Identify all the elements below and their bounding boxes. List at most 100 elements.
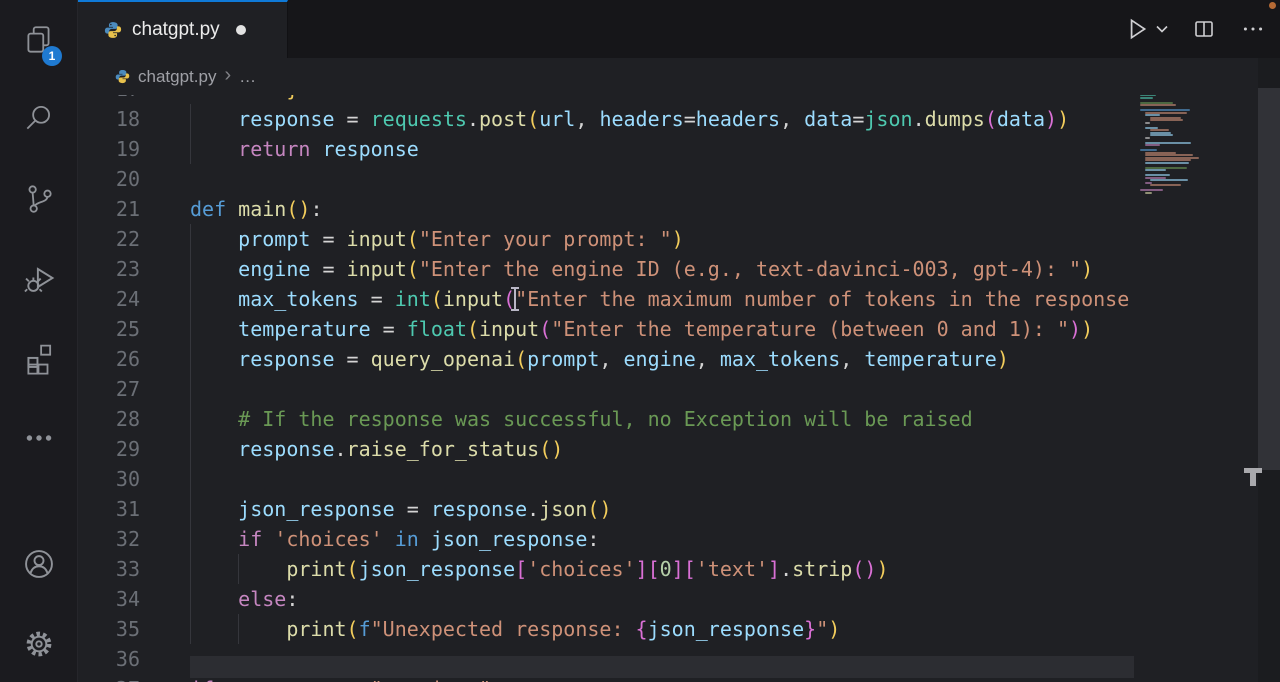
code-line[interactable]: 34 else: — [78, 584, 1280, 614]
code-line[interactable]: 32 if 'choices' in json_response: — [78, 524, 1280, 554]
line-number[interactable]: 27 — [78, 374, 140, 404]
breadcrumb-more[interactable]: … — [239, 67, 257, 87]
minimap-line — [1140, 149, 1157, 151]
line-number[interactable]: 22 — [78, 224, 140, 254]
run-dropdown[interactable] — [1154, 21, 1170, 37]
code-line[interactable]: 21 def main(): — [78, 194, 1280, 224]
code-line[interactable]: 30 — [78, 464, 1280, 494]
code-text: def main(): — [190, 194, 322, 224]
vertical-scrollbar-thumb[interactable] — [1258, 88, 1280, 470]
minimap-line — [1140, 104, 1176, 106]
activity-source-control[interactable] — [0, 166, 78, 230]
line-number[interactable]: 37 — [78, 674, 140, 682]
code-line[interactable]: 22 prompt = input("Enter your prompt: ") — [78, 224, 1280, 254]
ellipsis-icon — [22, 421, 56, 455]
run-debug-icon — [21, 260, 57, 296]
activity-settings[interactable] — [0, 612, 78, 676]
tab-chatgpt-py[interactable]: chatgpt.py — [78, 0, 288, 58]
minimap-line — [1150, 184, 1181, 186]
line-number[interactable]: 34 — [78, 584, 140, 614]
breadcrumb-file[interactable]: chatgpt.py — [138, 67, 216, 87]
line-number[interactable]: 21 — [78, 194, 140, 224]
code-line[interactable]: 25 temperature = float(input("Enter the … — [78, 314, 1280, 344]
minimap-line — [1145, 169, 1166, 171]
line-number[interactable]: 29 — [78, 434, 140, 464]
line-number[interactable]: 19 — [78, 134, 140, 164]
more-actions-button[interactable] — [1240, 16, 1266, 42]
code-line[interactable]: 26 response = query_openai(prompt, engin… — [78, 344, 1280, 374]
minimap-line — [1145, 162, 1189, 164]
code-text: # If the response was successful, no Exc… — [190, 404, 973, 434]
minimap[interactable] — [1134, 58, 1256, 682]
line-number[interactable]: 36 — [78, 644, 140, 674]
activity-bar: 1 — [0, 0, 78, 682]
mouse-cursor — [1244, 468, 1262, 488]
code-text: if 'choices' in json_response: — [190, 524, 599, 554]
tab-label: chatgpt.py — [132, 19, 220, 41]
python-icon — [115, 69, 130, 84]
activity-account[interactable] — [0, 532, 78, 596]
code-text: json_response = response.json() — [190, 494, 611, 524]
code-line[interactable]: 35 print(f"Unexpected response: {json_re… — [78, 614, 1280, 644]
code-line[interactable]: 29 response.raise_for_status() — [78, 434, 1280, 464]
code-text: response.raise_for_status() — [190, 434, 563, 464]
minimap-line — [1145, 122, 1150, 124]
minimap-line — [1145, 114, 1160, 116]
tab-bar: chatgpt.py — [78, 0, 1280, 58]
code-line[interactable]: 33 print(json_response['choices'][0]['te… — [78, 554, 1280, 584]
code-editor[interactable]: 17 }18 response = requests.post(url, hea… — [78, 58, 1280, 682]
run-button[interactable] — [1124, 16, 1150, 42]
minimap-line — [1145, 174, 1170, 176]
editor-actions — [1124, 0, 1266, 58]
breadcrumb: chatgpt.py › … — [78, 58, 1160, 95]
code-line[interactable]: 20 — [78, 164, 1280, 194]
line-number[interactable]: 31 — [78, 494, 140, 524]
minimap-line — [1150, 119, 1183, 121]
code-line[interactable]: 24 max_tokens = int(input("Enter the max… — [78, 284, 1280, 314]
line-number[interactable]: 35 — [78, 614, 140, 644]
code-text: prompt = input("Enter your prompt: ") — [190, 224, 684, 254]
line-number[interactable]: 32 — [78, 524, 140, 554]
line-number[interactable]: 24 — [78, 284, 140, 314]
activity-run-debug[interactable] — [0, 246, 78, 310]
code-line[interactable]: 28 # If the response was successful, no … — [78, 404, 1280, 434]
code-text: temperature = float(input("Enter the tem… — [190, 314, 1093, 344]
code-text: engine = input("Enter the engine ID (e.g… — [190, 254, 1093, 284]
unsaved-dot-icon[interactable] — [236, 25, 246, 35]
activity-more[interactable] — [0, 406, 78, 470]
line-number[interactable]: 20 — [78, 164, 140, 194]
line-number[interactable]: 28 — [78, 404, 140, 434]
indent-guide — [190, 374, 191, 404]
activity-explorer[interactable]: 1 — [0, 8, 78, 72]
activity-search[interactable] — [0, 86, 78, 150]
line-number[interactable]: 25 — [78, 314, 140, 344]
extensions-icon — [22, 343, 56, 377]
play-icon — [1124, 16, 1150, 42]
code-line[interactable]: 19 return response — [78, 134, 1280, 164]
code-line[interactable]: 31 json_response = response.json() — [78, 494, 1280, 524]
gear-icon — [21, 626, 57, 662]
activity-extensions[interactable] — [0, 328, 78, 392]
minimap-line — [1150, 129, 1169, 131]
editor-group: chatgpt.py — [78, 0, 1280, 682]
code-line[interactable]: 18 response = requests.post(url, headers… — [78, 104, 1280, 134]
split-editor-button[interactable] — [1192, 17, 1216, 41]
horizontal-scrollbar-thumb[interactable] — [190, 656, 1134, 678]
line-number[interactable]: 18 — [78, 104, 140, 134]
minimap-line — [1145, 159, 1191, 161]
python-icon — [104, 21, 122, 39]
chevron-down-icon — [1154, 21, 1170, 37]
line-number[interactable]: 26 — [78, 344, 140, 374]
vscode-window: 1 — [0, 0, 1280, 682]
code-line[interactable]: 23 engine = input("Enter the engine ID (… — [78, 254, 1280, 284]
minimap-line — [1145, 137, 1150, 139]
source-control-icon — [22, 181, 56, 215]
code-line[interactable]: 27 — [78, 374, 1280, 404]
minimap-line — [1145, 192, 1152, 194]
line-number[interactable]: 33 — [78, 554, 140, 584]
line-number[interactable]: 30 — [78, 464, 140, 494]
split-editor-icon — [1192, 17, 1216, 41]
minimap-line — [1140, 97, 1153, 99]
line-number[interactable]: 23 — [78, 254, 140, 284]
indent-guide — [190, 464, 191, 494]
